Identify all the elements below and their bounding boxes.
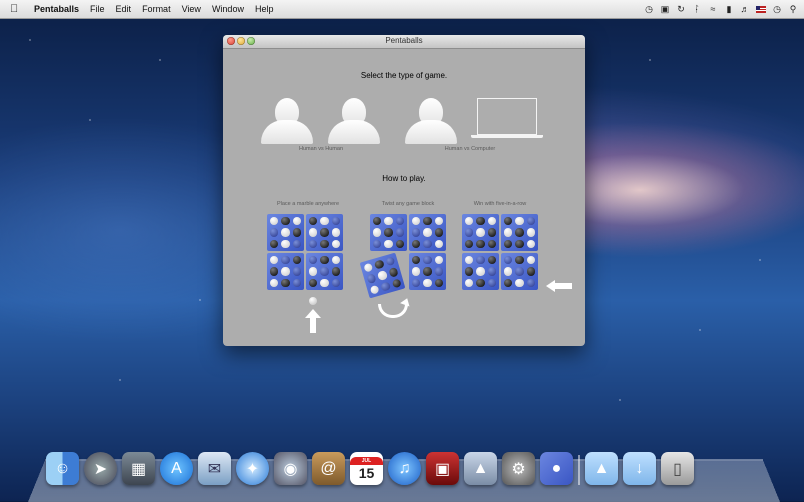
- notes-icon[interactable]: ▣: [660, 4, 670, 14]
- sync-icon[interactable]: ↻: [676, 4, 686, 14]
- status-menus: ◷ ▣ ↻ ᛛ ≈ ▮ ♬ ◷ ⚲: [644, 0, 798, 18]
- title-bar[interactable]: Pentaballs: [223, 35, 585, 49]
- wifi-icon[interactable]: ≈: [708, 4, 718, 14]
- flag-icon[interactable]: [756, 5, 766, 13]
- facetime-icon[interactable]: ◉: [274, 452, 307, 485]
- calendar-day: 15: [358, 464, 375, 481]
- photo-booth-icon[interactable]: ▣: [426, 452, 459, 485]
- dock: ☺ ➤ ▦ A ✉ ✦ ◉ @ JUL 15 ♫ ▣ ▲ ⚙ ● ▲ ↓ ▯: [46, 452, 694, 485]
- computer-player-icon[interactable]: [471, 98, 543, 140]
- app-store-icon[interactable]: A: [160, 452, 193, 485]
- launchpad-icon[interactable]: ➤: [84, 452, 117, 485]
- applications-folder-icon[interactable]: ▲: [585, 452, 618, 485]
- menu-window[interactable]: Window: [212, 4, 244, 14]
- calendar-month: JUL: [350, 456, 383, 465]
- battery-icon[interactable]: ▮: [724, 4, 734, 14]
- select-heading: Select the type of game.: [360, 71, 448, 80]
- system-preferences-icon[interactable]: ⚙: [502, 452, 535, 485]
- safari-icon[interactable]: ✦: [236, 452, 269, 485]
- human-vs-human-label[interactable]: Human vs Human: [281, 146, 361, 152]
- dock-separator: [578, 455, 580, 485]
- mail-icon[interactable]: ✉: [198, 452, 231, 485]
- calendar-icon[interactable]: JUL 15: [350, 452, 383, 485]
- app-menu[interactable]: Pentaballs: [34, 4, 79, 14]
- menu-file[interactable]: File: [90, 4, 105, 14]
- human-player-icon[interactable]: [261, 98, 313, 144]
- marble-icon: [309, 297, 317, 305]
- finder-icon[interactable]: ☺: [46, 452, 79, 485]
- arrow-left-icon: [546, 280, 572, 292]
- rotate-arrow-icon: [378, 304, 408, 318]
- search-icon[interactable]: ⚲: [788, 4, 798, 14]
- menu-bar:  Pentaballs File Edit Format View Windo…: [0, 0, 804, 19]
- menu-view[interactable]: View: [182, 4, 201, 14]
- iphoto-icon[interactable]: ▲: [464, 452, 497, 485]
- downloads-folder-icon[interactable]: ↓: [623, 452, 656, 485]
- trash-icon[interactable]: ▯: [661, 452, 694, 485]
- time-machine-icon[interactable]: ◷: [644, 4, 654, 14]
- apple-menu-icon[interactable]: : [10, 3, 24, 15]
- step-caption: Win with five-in-a-row: [473, 201, 527, 207]
- bluetooth-icon[interactable]: ᛛ: [692, 4, 702, 14]
- itunes-icon[interactable]: ♫: [388, 452, 421, 485]
- menu-help[interactable]: Help: [255, 4, 274, 14]
- human-player-icon[interactable]: [405, 98, 457, 144]
- human-player-icon[interactable]: [328, 98, 380, 144]
- step-caption: Twist any game block: [381, 201, 435, 207]
- example-board-win: [462, 214, 538, 290]
- address-book-icon[interactable]: @: [312, 452, 345, 485]
- menu-edit[interactable]: Edit: [116, 4, 132, 14]
- window-title: Pentaballs: [385, 36, 423, 45]
- volume-icon[interactable]: ♬: [740, 4, 750, 14]
- pentaballs-window: Pentaballs Select the type of game. Huma…: [223, 35, 585, 346]
- mission-control-icon[interactable]: ▦: [122, 452, 155, 485]
- step-caption: Place a marble anywhere: [276, 201, 340, 207]
- human-vs-computer-label[interactable]: Human vs Computer: [430, 146, 510, 152]
- arrow-up-icon: [305, 309, 321, 333]
- howto-heading: How to play.: [382, 174, 426, 183]
- clock-icon[interactable]: ◷: [772, 4, 782, 14]
- pentaballs-icon[interactable]: ●: [540, 452, 573, 485]
- example-board-place: [267, 214, 343, 290]
- menu-format[interactable]: Format: [142, 4, 171, 14]
